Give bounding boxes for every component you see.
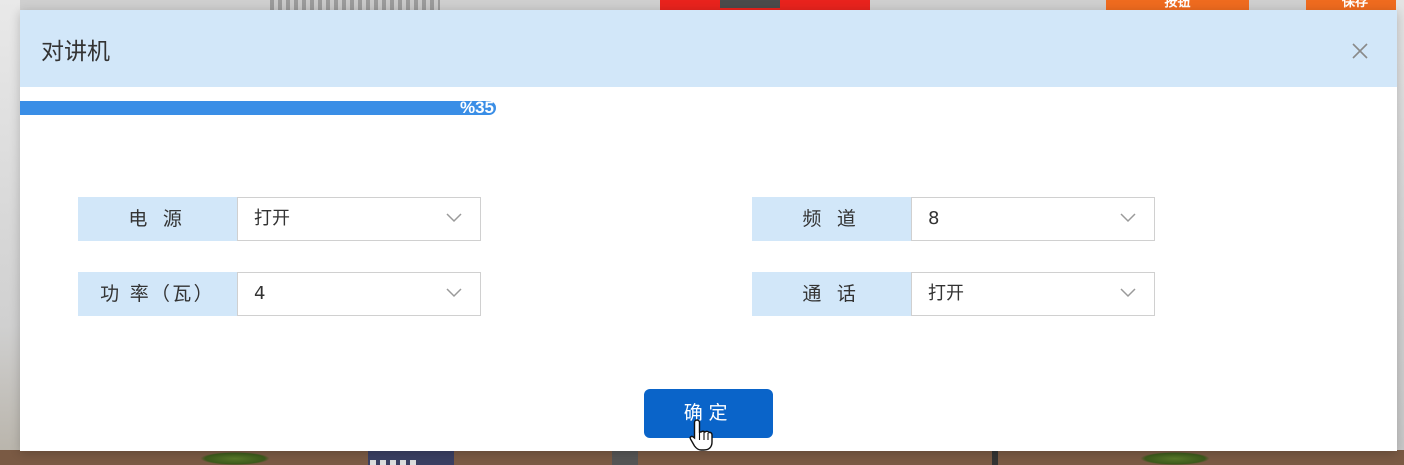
power-select[interactable]: 打开 — [237, 197, 481, 241]
wattage-select[interactable]: 4 — [237, 272, 481, 316]
close-button[interactable] — [1351, 42, 1369, 60]
bg-plant — [200, 452, 270, 465]
dialog-header: 对讲机 — [20, 10, 1397, 87]
bg-wall-left — [0, 0, 20, 465]
bg-stand — [612, 450, 638, 465]
dialog-title: 对讲机 — [41, 39, 110, 65]
bg-keypad-device — [368, 450, 454, 465]
close-icon — [1352, 43, 1368, 59]
progress-label: %35 — [459, 98, 494, 117]
progress-bar: %35 — [20, 98, 496, 117]
power-label: 电 源 — [78, 197, 237, 241]
chevron-down-icon — [446, 288, 462, 298]
walkie-talkie-dialog: 对讲机 %35 电 源 打开 频 道 8 功 率（瓦） 4 通 话 打开 确定 — [20, 10, 1397, 451]
power-value: 打开 — [254, 208, 290, 229]
bg-dark-device — [720, 0, 780, 8]
call-label: 通 话 — [752, 272, 911, 316]
call-value: 打开 — [928, 283, 964, 304]
chevron-down-icon — [1120, 288, 1136, 298]
bg-stand — [992, 450, 998, 465]
wattage-value: 4 — [254, 283, 266, 304]
channel-select[interactable]: 8 — [911, 197, 1155, 241]
chevron-down-icon — [446, 213, 462, 223]
progress-fill: %35 — [20, 98, 496, 117]
call-select[interactable]: 打开 — [911, 272, 1155, 316]
channel-label: 频 道 — [752, 197, 911, 241]
hand-cursor-icon — [689, 419, 713, 451]
channel-value: 8 — [928, 208, 940, 229]
chevron-down-icon — [1120, 213, 1136, 223]
bg-wall-right — [1396, 0, 1404, 465]
bg-plant — [1140, 452, 1210, 465]
wattage-label: 功 率（瓦） — [78, 272, 237, 316]
